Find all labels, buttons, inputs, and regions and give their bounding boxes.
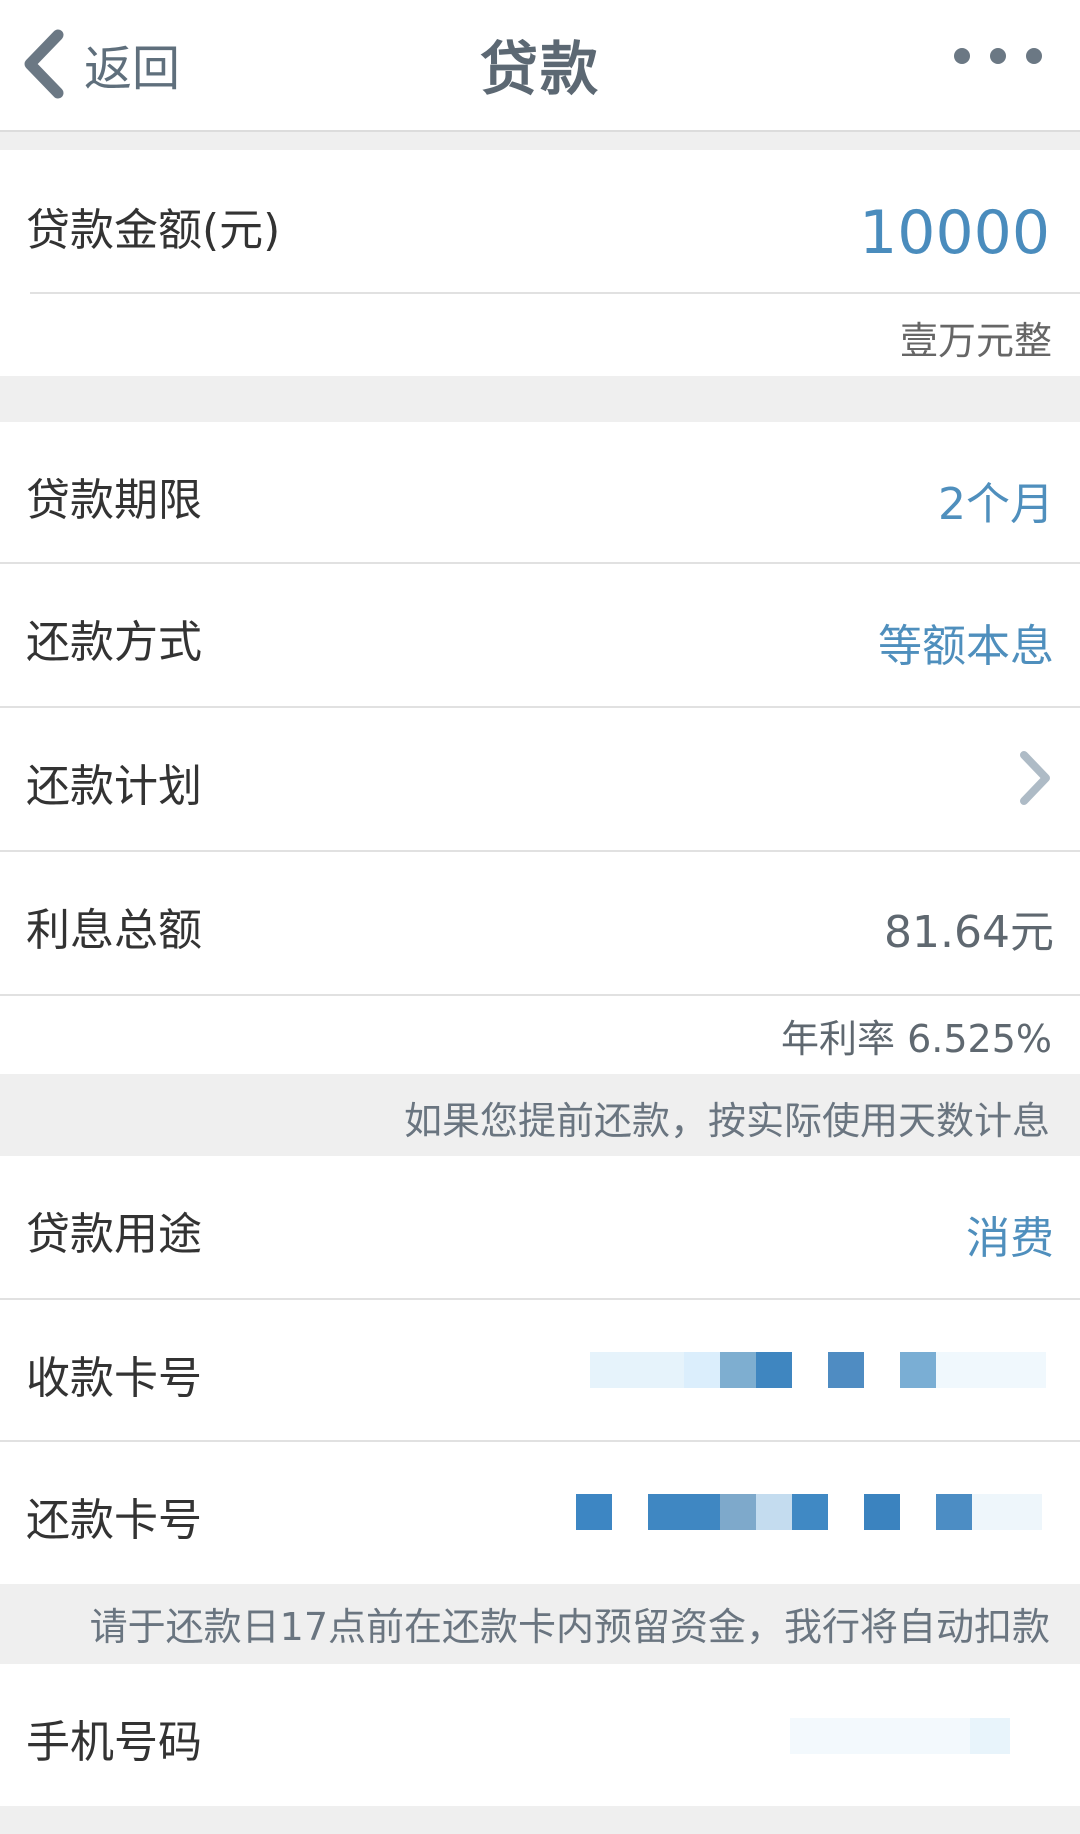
- loan-purpose-label: 贷款用途: [26, 1209, 202, 1260]
- loan-settings-list: 贷款期限 2个月 还款方式 等额本息 还款计划 利息总额 81.64元 年利率 …: [0, 422, 1080, 1074]
- annual-rate-text: 年利率 6.525%: [781, 1017, 1052, 1061]
- nav-bar: 返回 贷款: [0, 0, 1080, 132]
- phone-row[interactable]: 手机号码: [0, 1664, 1080, 1806]
- auto-deduct-notice: 请于还款日17点前在还款卡内预留资金，我行将自动扣款: [89, 1605, 1050, 1649]
- receive-card-row[interactable]: 收款卡号: [0, 1300, 1080, 1440]
- repay-method-value: 等额本息: [878, 621, 1054, 672]
- account-info-list: 贷款用途 消费 收款卡号 还款卡号: [0, 1156, 1080, 1584]
- divider: [0, 994, 1080, 996]
- page-title: 贷款: [479, 35, 600, 103]
- repay-card-row[interactable]: 还款卡号: [0, 1442, 1080, 1584]
- loan-purpose-value: 消费: [966, 1213, 1054, 1264]
- loan-amount-input[interactable]: 10000: [859, 198, 1050, 268]
- phone-label: 手机号码: [26, 1717, 202, 1768]
- divider: [30, 292, 1080, 294]
- loan-term-row[interactable]: 贷款期限 2个月: [0, 422, 1080, 562]
- loan-amount-label: 贷款金额(元): [26, 205, 281, 256]
- loan-purpose-row[interactable]: 贷款用途 消费: [0, 1156, 1080, 1298]
- interest-value: 81.64元: [884, 907, 1054, 958]
- early-repay-notice: 如果您提前还款，按实际使用天数计息: [403, 1099, 1050, 1143]
- divider: [0, 850, 1080, 852]
- chevron-right-icon: [1020, 751, 1050, 805]
- loan-term-label: 贷款期限: [26, 475, 202, 526]
- loan-term-value: 2个月: [938, 479, 1054, 530]
- repay-plan-label: 还款计划: [26, 761, 202, 812]
- amount-uppercase-text: 壹万元整: [899, 319, 1052, 363]
- repay-plan-row[interactable]: 还款计划: [0, 708, 1080, 850]
- loan-amount-card: 贷款金额(元) 10000 壹万元整: [0, 150, 1080, 376]
- more-dots-icon[interactable]: [954, 48, 1042, 64]
- repay-card-label: 还款卡号: [26, 1495, 202, 1546]
- repay-method-label: 还款方式: [26, 617, 202, 668]
- repay-method-row[interactable]: 还款方式 等额本息: [0, 564, 1080, 706]
- receive-card-label: 收款卡号: [26, 1353, 202, 1404]
- interest-label: 利息总额: [26, 905, 202, 956]
